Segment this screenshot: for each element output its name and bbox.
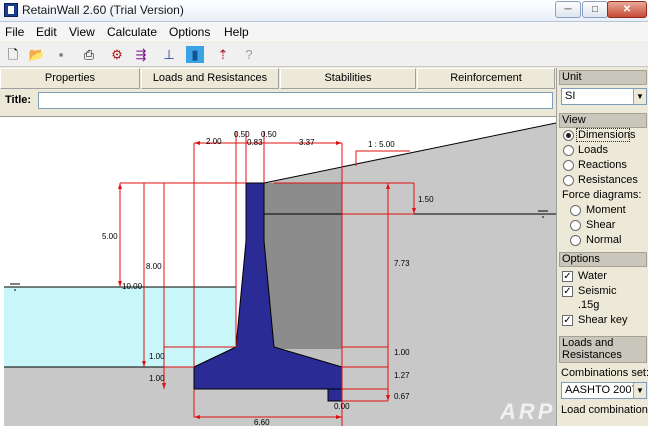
view-dimensions-label: Dimensions: [578, 129, 636, 141]
app-icon: [4, 3, 18, 17]
radio-resistances[interactable]: [563, 175, 574, 186]
seismic-value: .15g: [578, 299, 600, 311]
heel-soil: [264, 183, 342, 349]
unit-value: SI: [565, 90, 576, 102]
shear-key: [327, 388, 343, 402]
force-moment-label: Moment: [586, 204, 626, 216]
title-label: Title:: [5, 94, 32, 106]
seismic-label: Seismic: [578, 285, 617, 297]
right-panel: Unit SI ▼ View Dimensions Loads Reaction…: [556, 68, 648, 426]
dim-key-depth: 0.67: [394, 392, 410, 401]
dim-total-height: 10.00: [122, 282, 143, 291]
view-reactions-label: Reactions: [578, 159, 627, 171]
new-icon[interactable]: 🗋: [4, 46, 22, 63]
export-icon[interactable]: ⇡: [214, 46, 232, 63]
dim-toe-left-base: 1.00: [149, 374, 165, 383]
calculate-icon[interactable]: ⚙: [108, 46, 126, 63]
dim-base-width: 6.60: [254, 418, 270, 426]
tab-strip: Properties Loads and Resistances Stabili…: [0, 68, 556, 89]
dim-stem-top: 0.83: [247, 138, 263, 147]
view-header: View: [559, 113, 647, 128]
force-shear-label: Shear: [586, 219, 616, 231]
dim-toe-width: 2.00: [206, 137, 222, 146]
dim-slope: 1 : 5.00: [368, 140, 395, 149]
unit-header: Unit: [559, 70, 647, 85]
radio-shear[interactable]: [570, 220, 581, 231]
dim-front-soil: 8.00: [146, 262, 162, 271]
title-input[interactable]: [38, 92, 553, 109]
dim-heel-step: 1.27: [394, 371, 410, 380]
combinations-select[interactable]: AASHTO 2007 ▼: [561, 382, 647, 399]
combinations-value: AASHTO 2007: [565, 384, 638, 396]
menu-calculate[interactable]: Calculate: [107, 25, 157, 39]
water-checkbox[interactable]: ✓: [562, 271, 573, 282]
chevron-down-icon[interactable]: ▼: [633, 89, 646, 104]
backfill-soil-upper: [342, 123, 556, 426]
open-icon[interactable]: 📂: [28, 46, 46, 63]
combinations-set-label: Combinations set:: [561, 367, 648, 379]
menu-options[interactable]: Options: [169, 25, 210, 39]
title-row: Title:: [0, 90, 556, 112]
maximize-button[interactable]: □: [582, 1, 608, 18]
toolbar: 🗋 📂 ▪ ⎙ ⚙ ⇶ ⊥ ▮ ⇡ ?: [0, 43, 648, 67]
reinforcement-icon[interactable]: ▮: [186, 46, 204, 63]
loads-icon[interactable]: ⊥: [160, 46, 178, 63]
shear-key-checkbox[interactable]: ✓: [562, 315, 573, 326]
stability-icon[interactable]: ⇶: [132, 46, 150, 63]
watermark: ARPU: [499, 399, 556, 424]
unit-select[interactable]: SI ▼: [561, 88, 647, 105]
close-button[interactable]: ✕: [607, 1, 647, 18]
dim-stem-base-right: 0.50: [261, 130, 277, 139]
radio-dimensions[interactable]: [563, 130, 574, 141]
drawing-canvas[interactable]: 2.00 0.50 0.83 0.50 3.37 1 : 5.00 1.50 5…: [0, 116, 556, 426]
front-soil: [4, 367, 194, 426]
menu-help[interactable]: Help: [224, 25, 249, 39]
window-title: RetainWall 2.60 (Trial Version): [22, 3, 184, 17]
water-region: [4, 287, 236, 367]
menu-file[interactable]: File: [5, 25, 24, 39]
dim-toe-thickness: 1.00: [394, 348, 410, 357]
water-label: Water: [578, 270, 607, 282]
save-icon[interactable]: ▪: [52, 46, 70, 63]
view-loads-label: Loads: [578, 144, 608, 156]
chevron-down-icon[interactable]: ▼: [633, 383, 646, 398]
tab-stabilities[interactable]: Stabilities: [280, 68, 416, 89]
tab-reinforcement[interactable]: Reinforcement: [417, 68, 555, 89]
force-normal-label: Normal: [586, 234, 622, 246]
dim-heel-width: 3.37: [299, 138, 315, 147]
dim-stem-height: 7.73: [394, 259, 410, 268]
dim-key-offset: 0.00: [334, 402, 350, 411]
ground-under: [194, 389, 538, 426]
radio-normal[interactable]: [570, 235, 581, 246]
loads-header: Loads and Resistances: [559, 336, 647, 363]
title-bar: RetainWall 2.60 (Trial Version) ─ □ ✕: [0, 0, 648, 22]
shear-key-label: Shear key: [578, 314, 628, 326]
menu-view[interactable]: View: [69, 25, 95, 39]
load-combinations-label: Load combinations:: [561, 404, 648, 416]
force-diagrams-label: Force diagrams:: [562, 189, 642, 201]
options-header: Options: [559, 252, 647, 267]
dim-water-height: 5.00: [102, 232, 118, 241]
dim-toe-left: 1.00: [149, 352, 165, 361]
menu-bar: File Edit View Calculate Options Help: [0, 22, 648, 42]
view-resistances-label: Resistances: [578, 174, 638, 186]
radio-reactions[interactable]: [563, 160, 574, 171]
seismic-checkbox[interactable]: ✓: [562, 286, 573, 297]
tab-properties[interactable]: Properties: [0, 68, 140, 89]
radio-loads[interactable]: [563, 145, 574, 156]
help-icon[interactable]: ?: [240, 46, 258, 63]
tab-loads-and-resistances[interactable]: Loads and Resistances: [141, 68, 279, 89]
menu-edit[interactable]: Edit: [36, 25, 57, 39]
minimize-button[interactable]: ─: [555, 1, 581, 18]
dim-backfill-height: 1.50: [418, 195, 434, 204]
print-icon[interactable]: ⎙: [80, 46, 98, 63]
radio-moment[interactable]: [570, 205, 581, 216]
